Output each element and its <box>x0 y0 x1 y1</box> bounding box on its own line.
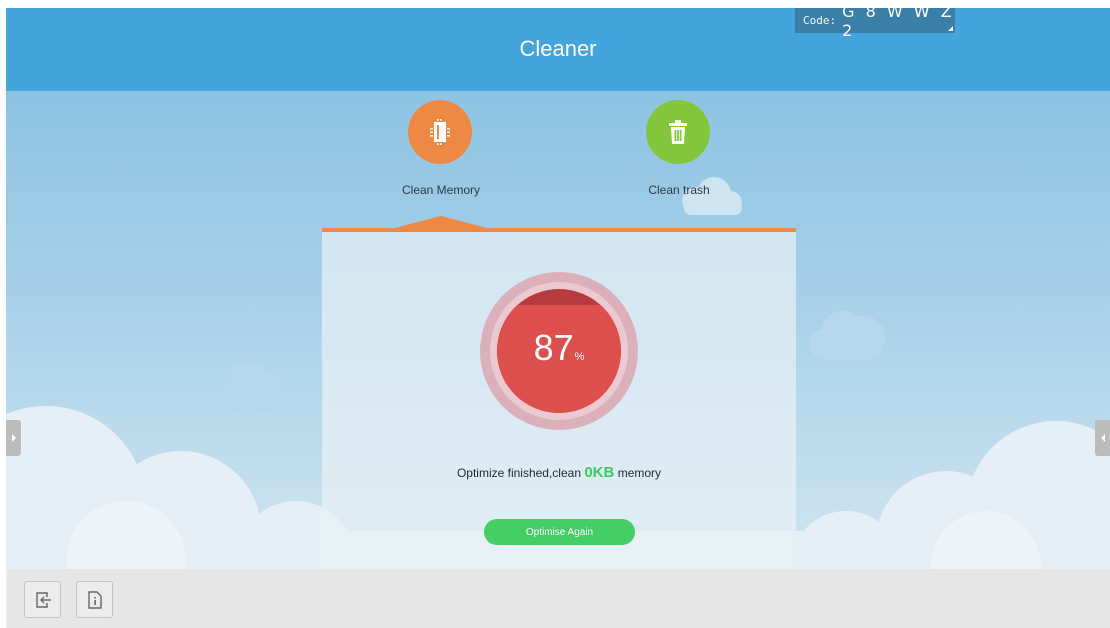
trash-can-icon <box>669 120 687 144</box>
page-title: Cleaner <box>519 36 597 61</box>
code-badge: Code: G 8 W W Z 2 <box>795 8 955 40</box>
app-window: Cleaner Code: G 8 W W Z 2 Clean Memory C… <box>6 8 1110 628</box>
memory-chip-icon <box>430 119 450 145</box>
memory-percent-unit: % <box>574 351 585 363</box>
chevron-right-icon <box>11 434 16 442</box>
header-bar: Cleaner Code: G 8 W W Z 2 <box>6 8 1110 91</box>
status-suffix: memory <box>617 466 662 480</box>
memory-percent: 87% <box>480 327 638 369</box>
right-side-panel-toggle[interactable] <box>1095 420 1110 456</box>
code-label: Code: <box>803 14 837 27</box>
status-message: Optimize finished,clean 0KB memory <box>322 464 796 481</box>
optimise-again-button[interactable]: Optimise Again <box>484 519 635 545</box>
tab-clean-trash-label[interactable]: Clean trash <box>599 183 759 197</box>
resize-corner-icon <box>948 26 953 31</box>
chevron-left-icon <box>1100 434 1105 442</box>
exit-icon <box>35 591 51 608</box>
info-icon <box>87 590 102 609</box>
exit-button[interactable] <box>24 581 61 618</box>
status-prefix: Optimize finished,clean <box>456 466 581 480</box>
code-value: G 8 W W Z 2 <box>842 8 955 40</box>
tab-clean-memory-label[interactable]: Clean Memory <box>361 183 521 197</box>
clean-memory-button[interactable] <box>408 100 472 164</box>
info-button[interactable] <box>76 581 113 618</box>
clean-trash-button[interactable] <box>646 100 710 164</box>
bottom-toolbar <box>6 569 1110 628</box>
memory-percent-value: 87 <box>533 327 574 368</box>
cleaned-amount: 0KB <box>584 464 615 481</box>
left-side-panel-toggle[interactable] <box>6 420 21 456</box>
